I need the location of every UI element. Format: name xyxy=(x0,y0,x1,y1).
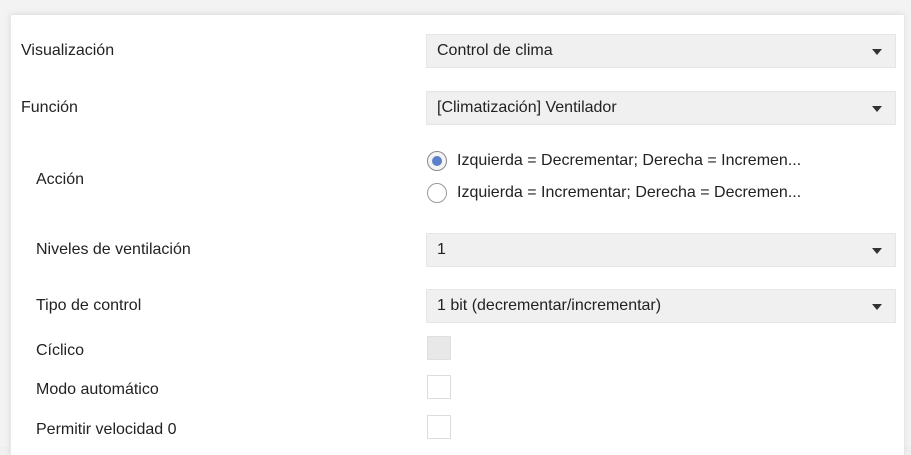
funcion-label: Función xyxy=(21,99,78,116)
ciclico-checkbox[interactable] xyxy=(427,336,451,360)
chevron-down-icon xyxy=(872,49,882,55)
chevron-down-icon xyxy=(872,304,882,310)
funcion-value: [Climatización] Ventilador xyxy=(437,99,617,116)
funcion-dropdown[interactable]: [Climatización] Ventilador xyxy=(426,91,896,125)
permitir-velocidad-label: Permitir velocidad 0 xyxy=(36,421,177,438)
permitir-velocidad-checkbox[interactable] xyxy=(427,415,451,439)
window-frame: Visualización Control de clima Función [… xyxy=(0,0,911,455)
radio-selected-icon xyxy=(427,151,447,171)
modo-automatico-checkbox[interactable] xyxy=(427,375,451,399)
visualizacion-dropdown[interactable]: Control de clima xyxy=(426,34,896,68)
chevron-down-icon xyxy=(872,248,882,254)
visualizacion-label: Visualización xyxy=(21,42,115,59)
accion-option-2-text: Izquierda = Incrementar; Derecha = Decre… xyxy=(457,184,802,201)
niveles-value: 1 xyxy=(437,241,446,258)
niveles-dropdown[interactable]: 1 xyxy=(426,233,896,267)
visualizacion-value: Control de clima xyxy=(437,42,553,59)
parameters-panel: Visualización Control de clima Función [… xyxy=(10,14,904,455)
tipo-control-label: Tipo de control xyxy=(36,297,142,314)
ciclico-label: Cíclico xyxy=(36,342,85,359)
accion-label: Acción xyxy=(36,171,85,188)
tipo-control-value: 1 bit (decrementar/incrementar) xyxy=(437,297,662,314)
niveles-label: Niveles de ventilación xyxy=(36,241,191,258)
radio-unselected-icon xyxy=(427,183,447,203)
accion-radio-option-2[interactable]: Izquierda = Incrementar; Derecha = Decre… xyxy=(426,182,896,206)
accion-radio-option-1[interactable]: Izquierda = Decrementar; Derecha = Incre… xyxy=(426,150,896,174)
modo-automatico-label: Modo automático xyxy=(36,381,159,398)
accion-option-1-text: Izquierda = Decrementar; Derecha = Incre… xyxy=(457,152,802,169)
tipo-control-dropdown[interactable]: 1 bit (decrementar/incrementar) xyxy=(426,289,896,323)
chevron-down-icon xyxy=(872,106,882,112)
